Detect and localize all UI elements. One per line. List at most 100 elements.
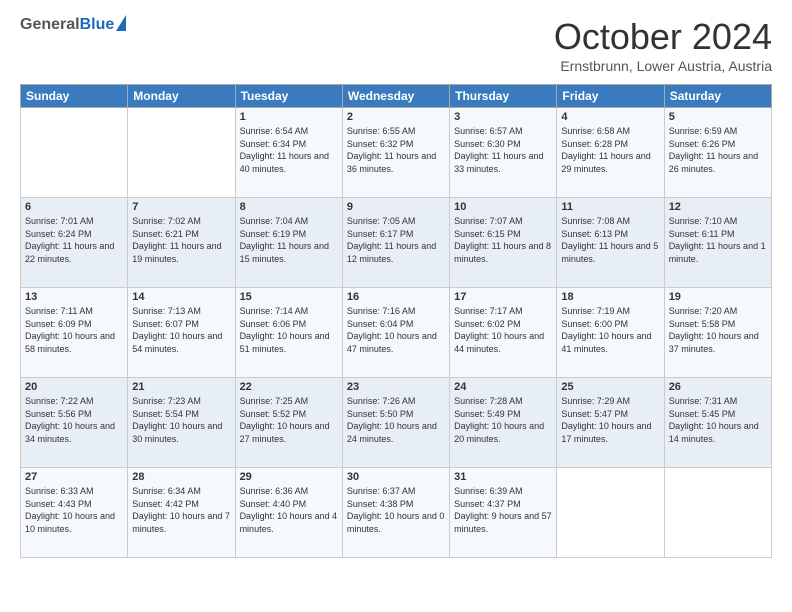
day-number: 18 <box>561 291 659 303</box>
day-content: Sunrise: 7:11 AM Sunset: 6:09 PM Dayligh… <box>25 305 123 355</box>
week-row-3: 13 Sunrise: 7:11 AM Sunset: 6:09 PM Dayli… <box>21 288 772 378</box>
day-content: Sunrise: 6:34 AM Sunset: 4:42 PM Dayligh… <box>132 485 230 535</box>
day-content: Sunrise: 6:39 AM Sunset: 4:37 PM Dayligh… <box>454 485 552 535</box>
day-number: 12 <box>669 201 767 213</box>
day-number: 9 <box>347 201 445 213</box>
calendar-cell <box>664 468 771 558</box>
day-number: 28 <box>132 471 230 483</box>
col-header-wednesday: Wednesday <box>342 85 449 108</box>
logo: General Blue <box>20 16 126 34</box>
header: General Blue October 2024 Ernstbrunn, Lo… <box>20 16 772 74</box>
day-number: 25 <box>561 381 659 393</box>
calendar-cell: 31 Sunrise: 6:39 AM Sunset: 4:37 PM Dayli… <box>450 468 557 558</box>
calendar-cell: 24 Sunrise: 7:28 AM Sunset: 5:49 PM Dayli… <box>450 378 557 468</box>
day-number: 3 <box>454 111 552 123</box>
day-content: Sunrise: 6:57 AM Sunset: 6:30 PM Dayligh… <box>454 125 552 175</box>
day-content: Sunrise: 6:59 AM Sunset: 6:26 PM Dayligh… <box>669 125 767 175</box>
calendar-cell: 15 Sunrise: 7:14 AM Sunset: 6:06 PM Dayli… <box>235 288 342 378</box>
day-content: Sunrise: 7:29 AM Sunset: 5:47 PM Dayligh… <box>561 395 659 445</box>
day-number: 19 <box>669 291 767 303</box>
calendar-cell: 14 Sunrise: 7:13 AM Sunset: 6:07 PM Dayli… <box>128 288 235 378</box>
calendar-cell: 19 Sunrise: 7:20 AM Sunset: 5:58 PM Dayli… <box>664 288 771 378</box>
day-number: 16 <box>347 291 445 303</box>
day-number: 5 <box>669 111 767 123</box>
calendar-cell: 16 Sunrise: 7:16 AM Sunset: 6:04 PM Dayli… <box>342 288 449 378</box>
day-content: Sunrise: 7:04 AM Sunset: 6:19 PM Dayligh… <box>240 215 338 265</box>
day-content: Sunrise: 7:26 AM Sunset: 5:50 PM Dayligh… <box>347 395 445 445</box>
day-number: 6 <box>25 201 123 213</box>
header-row: SundayMondayTuesdayWednesdayThursdayFrid… <box>21 85 772 108</box>
calendar-cell: 5 Sunrise: 6:59 AM Sunset: 6:26 PM Daylig… <box>664 108 771 198</box>
day-number: 24 <box>454 381 552 393</box>
calendar-cell: 27Sunrise: 6:33 AM Sunset: 4:43 PM Dayli… <box>21 468 128 558</box>
day-content: Sunrise: 7:16 AM Sunset: 6:04 PM Dayligh… <box>347 305 445 355</box>
calendar-cell: 8 Sunrise: 7:04 AM Sunset: 6:19 PM Daylig… <box>235 198 342 288</box>
calendar-cell: 13 Sunrise: 7:11 AM Sunset: 6:09 PM Dayli… <box>21 288 128 378</box>
day-content: Sunrise: 7:14 AM Sunset: 6:06 PM Dayligh… <box>240 305 338 355</box>
calendar-cell: 11 Sunrise: 7:08 AM Sunset: 6:13 PM Dayli… <box>557 198 664 288</box>
day-number: 30 <box>347 471 445 483</box>
week-row-4: 20 Sunrise: 7:22 AM Sunset: 5:56 PM Dayli… <box>21 378 772 468</box>
calendar-cell: 6 Sunrise: 7:01 AM Sunset: 6:24 PM Daylig… <box>21 198 128 288</box>
day-content: Sunrise: 6:54 AM Sunset: 6:34 PM Dayligh… <box>240 125 338 175</box>
day-content: Sunrise: 7:20 AM Sunset: 5:58 PM Dayligh… <box>669 305 767 355</box>
day-content: Sunrise: 7:31 AM Sunset: 5:45 PM Dayligh… <box>669 395 767 445</box>
day-number: 22 <box>240 381 338 393</box>
day-content: Sunrise: 7:22 AM Sunset: 5:56 PM Dayligh… <box>25 395 123 445</box>
day-content: Sunrise: 7:08 AM Sunset: 6:13 PM Dayligh… <box>561 215 659 265</box>
col-header-thursday: Thursday <box>450 85 557 108</box>
day-content: Sunrise: 7:28 AM Sunset: 5:49 PM Dayligh… <box>454 395 552 445</box>
month-title: October 2024 <box>554 16 772 58</box>
logo-general-text: General <box>20 16 80 34</box>
day-number: 20 <box>25 381 123 393</box>
calendar-cell: 21 Sunrise: 7:23 AM Sunset: 5:54 PM Dayli… <box>128 378 235 468</box>
day-content: Sunrise: 7:10 AM Sunset: 6:11 PM Dayligh… <box>669 215 767 265</box>
day-content: Sunrise: 7:05 AM Sunset: 6:17 PM Dayligh… <box>347 215 445 265</box>
logo-blue-text: Blue <box>80 16 115 34</box>
day-content: Sunrise: 7:25 AM Sunset: 5:52 PM Dayligh… <box>240 395 338 445</box>
day-number: 23 <box>347 381 445 393</box>
calendar-cell <box>128 108 235 198</box>
calendar-cell <box>21 108 128 198</box>
day-content: Sunrise: 7:19 AM Sunset: 6:00 PM Dayligh… <box>561 305 659 355</box>
day-content: Sunrise: 7:07 AM Sunset: 6:15 PM Dayligh… <box>454 215 552 265</box>
col-header-saturday: Saturday <box>664 85 771 108</box>
day-content: Sunrise: 6:55 AM Sunset: 6:32 PM Dayligh… <box>347 125 445 175</box>
day-number: 14 <box>132 291 230 303</box>
day-number: 26 <box>669 381 767 393</box>
calendar-cell: 25 Sunrise: 7:29 AM Sunset: 5:47 PM Dayli… <box>557 378 664 468</box>
day-content: Sunrise: 7:13 AM Sunset: 6:07 PM Dayligh… <box>132 305 230 355</box>
day-number: 8 <box>240 201 338 213</box>
day-content: Sunrise: 6:36 AM Sunset: 4:40 PM Dayligh… <box>240 485 338 535</box>
col-header-friday: Friday <box>557 85 664 108</box>
day-content: Sunrise: 7:02 AM Sunset: 6:21 PM Dayligh… <box>132 215 230 265</box>
day-number: 29 <box>240 471 338 483</box>
day-number: 21 <box>132 381 230 393</box>
calendar-cell: 3 Sunrise: 6:57 AM Sunset: 6:30 PM Daylig… <box>450 108 557 198</box>
calendar-cell: 7Sunrise: 7:02 AM Sunset: 6:21 PM Daylig… <box>128 198 235 288</box>
calendar-cell: 28 Sunrise: 6:34 AM Sunset: 4:42 PM Dayli… <box>128 468 235 558</box>
day-content: Sunrise: 6:58 AM Sunset: 6:28 PM Dayligh… <box>561 125 659 175</box>
calendar-cell: 17Sunrise: 7:17 AM Sunset: 6:02 PM Dayli… <box>450 288 557 378</box>
calendar-cell: 26 Sunrise: 7:31 AM Sunset: 5:45 PM Dayli… <box>664 378 771 468</box>
col-header-tuesday: Tuesday <box>235 85 342 108</box>
calendar-cell: 29 Sunrise: 6:36 AM Sunset: 4:40 PM Dayli… <box>235 468 342 558</box>
week-row-2: 6 Sunrise: 7:01 AM Sunset: 6:24 PM Daylig… <box>21 198 772 288</box>
day-content: Sunrise: 7:23 AM Sunset: 5:54 PM Dayligh… <box>132 395 230 445</box>
day-number: 4 <box>561 111 659 123</box>
week-row-1: 1Sunrise: 6:54 AM Sunset: 6:34 PM Daylig… <box>21 108 772 198</box>
day-number: 15 <box>240 291 338 303</box>
day-number: 13 <box>25 291 123 303</box>
calendar-cell: 23 Sunrise: 7:26 AM Sunset: 5:50 PM Dayli… <box>342 378 449 468</box>
location-subtitle: Ernstbrunn, Lower Austria, Austria <box>554 58 772 74</box>
week-row-5: 27Sunrise: 6:33 AM Sunset: 4:43 PM Dayli… <box>21 468 772 558</box>
calendar-cell: 9 Sunrise: 7:05 AM Sunset: 6:17 PM Daylig… <box>342 198 449 288</box>
logo-triangle-icon <box>116 15 126 31</box>
day-content: Sunrise: 7:17 AM Sunset: 6:02 PM Dayligh… <box>454 305 552 355</box>
col-header-sunday: Sunday <box>21 85 128 108</box>
day-number: 11 <box>561 201 659 213</box>
day-number: 10 <box>454 201 552 213</box>
calendar-table: SundayMondayTuesdayWednesdayThursdayFrid… <box>20 84 772 558</box>
day-content: Sunrise: 7:01 AM Sunset: 6:24 PM Dayligh… <box>25 215 123 265</box>
day-number: 31 <box>454 471 552 483</box>
